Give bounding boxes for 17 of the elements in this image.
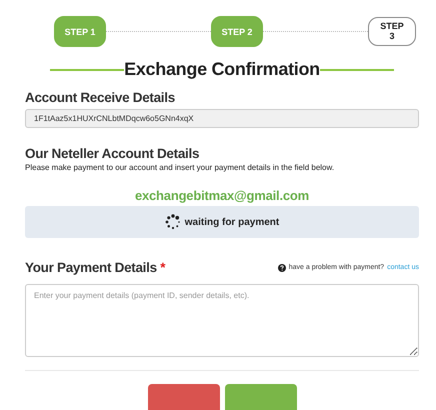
action-button[interactable] <box>148 384 220 410</box>
spinner-icon <box>164 214 181 230</box>
email-address: exchangebitmax@gmail.com <box>134 188 310 203</box>
instructions-text: Please make payment to our account and insert your payment details in the field below. <box>25 163 336 172</box>
step-indicator: STEP 3 <box>368 17 416 46</box>
section-heading: Your Payment Details <box>25 260 157 275</box>
section-heading: Account Receive Details <box>25 90 176 105</box>
action-button[interactable] <box>224 384 296 410</box>
section-heading: Our Neteller Account Details <box>25 146 200 161</box>
help-icon <box>278 264 286 272</box>
page-title: Exchange Confirmation <box>124 59 320 80</box>
payment-details-field[interactable]: Enter your payment details (payment ID, sender details, etc). <box>25 284 419 357</box>
step-indicator: STEP 2 <box>211 16 263 47</box>
required-mark: * <box>160 260 166 275</box>
address-field[interactable]: 1F1tAaz5x1HUXrCNLbtMDqcw6o5GNn4xqX <box>25 109 419 128</box>
step-indicator: STEP 1 <box>54 16 106 47</box>
status-text: waiting for payment <box>184 216 280 228</box>
